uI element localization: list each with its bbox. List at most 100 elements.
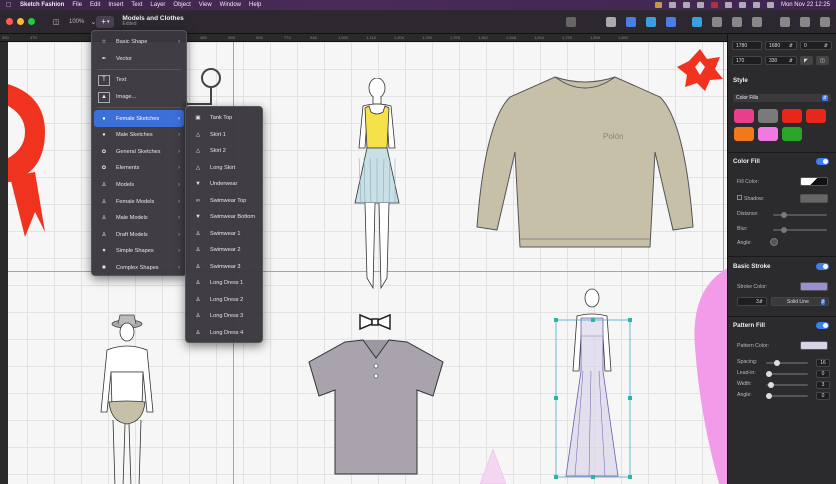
stepper-icon[interactable]: ⇵ <box>789 58 793 64</box>
red-ribbon-shape[interactable] <box>0 62 60 252</box>
menu-item-male-sketches[interactable]: ● Male Sketches › <box>94 127 184 144</box>
stepper-icon[interactable]: ⇵ <box>789 43 793 49</box>
spacing-value[interactable]: 16 <box>816 359 830 367</box>
color-fill-toggle[interactable] <box>816 158 829 165</box>
slider-knob[interactable] <box>774 360 780 366</box>
stroke-color-well[interactable] <box>800 282 828 291</box>
triangle-shape[interactable] <box>478 447 508 484</box>
submenu-item-swimwear-top[interactable]: ∞ Swimwear Top <box>188 193 260 210</box>
angle-dial-icon[interactable] <box>770 238 778 246</box>
female-model-long-dress-sketch[interactable] <box>553 286 633 481</box>
frame-icon[interactable] <box>692 16 702 27</box>
minimize-window-button[interactable] <box>17 18 24 25</box>
color-fills-dropdown[interactable]: Color Fills ⇵ <box>733 94 831 102</box>
blur-slider[interactable] <box>773 227 827 233</box>
status-app-icon[interactable] <box>696 2 704 8</box>
submenu-item-swimwear-3[interactable]: ♙ Swimwear 3 <box>188 259 260 276</box>
zoom-window-button[interactable] <box>28 18 35 25</box>
fill-color-well[interactable] <box>800 177 828 186</box>
menu-item-female-sketches[interactable]: ● Female Sketches › <box>94 110 184 127</box>
menu-item-male-models[interactable]: ♙ Male Models › <box>94 210 184 227</box>
inspector-icon[interactable] <box>780 16 790 27</box>
menubar-text[interactable]: Text <box>131 2 142 8</box>
zoom-level[interactable]: 100% <box>69 19 84 25</box>
menubar-file[interactable]: File <box>72 2 82 8</box>
submenu-item-swimwear-1[interactable]: ♙ Swimwear 1 <box>188 226 260 243</box>
menubar-edit[interactable]: Edit <box>90 2 100 8</box>
pattern-angle-slider[interactable] <box>766 393 808 399</box>
pattern-angle-value[interactable]: 0 <box>816 392 830 400</box>
status-app-icon[interactable] <box>654 2 662 8</box>
female-model-tank-top-sketch[interactable] <box>345 78 410 293</box>
submenu-item-tank-top[interactable]: ▣ Tank Top <box>188 110 260 127</box>
flag-icon[interactable] <box>710 2 718 8</box>
menu-item-models[interactable]: ♙ Models › <box>94 177 184 194</box>
search-icon[interactable] <box>752 2 760 8</box>
menubar-insert[interactable]: Insert <box>108 2 123 8</box>
battery-icon[interactable] <box>724 2 732 8</box>
bow-tie-shape[interactable] <box>357 312 393 332</box>
menubar-layer[interactable]: Layer <box>150 2 165 8</box>
stepper-icon[interactable]: ⇵ <box>759 299 763 305</box>
vertical-ruler[interactable] <box>0 42 8 484</box>
lock-icon[interactable] <box>752 16 762 27</box>
color-swatch[interactable] <box>806 109 826 123</box>
group-icon[interactable] <box>606 16 616 27</box>
stroke-style-dropdown[interactable]: Solid Line ⇵ <box>771 297 829 306</box>
slider-knob[interactable] <box>781 212 787 218</box>
share-icon[interactable] <box>820 16 830 27</box>
menu-item-general-sketches[interactable]: ✿ General Sketches › <box>94 144 184 161</box>
spacing-slider[interactable] <box>766 360 808 366</box>
male-model-hat-sketch[interactable] <box>95 312 160 484</box>
menubar-window[interactable]: Window <box>220 2 241 8</box>
leadin-value[interactable]: 0 <box>816 370 830 378</box>
x-position-field[interactable]: 1780 <box>732 41 762 50</box>
arrange-icon[interactable] <box>666 16 676 27</box>
stepper-icon[interactable]: ⇵ <box>824 43 828 49</box>
menubar-object[interactable]: Object <box>173 2 190 8</box>
color-swatch[interactable] <box>734 109 754 123</box>
crop-icon[interactable] <box>712 16 722 27</box>
menu-item-vector[interactable]: ✒ Vector <box>94 51 184 68</box>
align-icon[interactable] <box>566 16 576 27</box>
menu-item-simple-shapes[interactable]: ♥ Simple Shapes › <box>94 243 184 260</box>
menu-item-image[interactable]: ▲ Image... <box>94 89 184 106</box>
lock-ratio-icon[interactable]: ◤ <box>800 56 813 65</box>
color-swatch[interactable] <box>758 127 778 141</box>
library-icon[interactable] <box>800 16 810 27</box>
color-swatch[interactable] <box>758 109 778 123</box>
basic-stroke-toggle[interactable] <box>816 263 829 270</box>
distance-slider[interactable] <box>773 212 827 218</box>
combine-icon[interactable] <box>646 16 656 27</box>
slider-knob[interactable] <box>766 393 772 399</box>
submenu-item-underwear[interactable]: ▼ Underwear <box>188 176 260 193</box>
menu-item-text[interactable]: T Text <box>94 72 184 89</box>
wifi-icon[interactable] <box>738 2 746 8</box>
status-app-icon[interactable] <box>682 2 690 8</box>
stroke-width-field[interactable]: 3 ⇵ <box>737 297 767 306</box>
flip-icon[interactable] <box>732 16 742 27</box>
leadin-slider[interactable] <box>766 371 808 377</box>
rotation-field[interactable]: 0 ⇵ <box>800 41 832 50</box>
submenu-item-swimwear-bottom[interactable]: ▼ Swimwear Bottom <box>188 209 260 226</box>
control-center-icon[interactable] <box>766 2 774 8</box>
pink-blob-shape[interactable] <box>690 267 727 484</box>
submenu-item-swimwear-2[interactable]: ♙ Swimwear 2 <box>188 242 260 259</box>
submenu-item-long-dress-4[interactable]: ♙ Long Dress 4 <box>188 325 260 342</box>
pattern-fill-toggle[interactable] <box>816 322 829 329</box>
menu-item-complex-shapes[interactable]: ✸ Complex Shapes › <box>94 260 184 277</box>
menu-item-draft-models[interactable]: ♙ Draft Models › <box>94 227 184 244</box>
menubar-app-name[interactable]: Sketch Fashion <box>20 2 64 8</box>
insert-button[interactable]: + ▾ <box>96 15 115 28</box>
close-window-button[interactable] <box>6 18 13 25</box>
width-field[interactable]: 170 <box>732 56 762 65</box>
submenu-item-long-skirt[interactable]: △ Long Skirt <box>188 160 260 177</box>
sidebar-toggle-icon[interactable]: ◫ <box>49 16 63 28</box>
duplicate-icon[interactable] <box>626 16 636 27</box>
status-app-icon[interactable] <box>668 2 676 8</box>
pattern-color-well[interactable] <box>800 341 828 350</box>
color-swatch[interactable] <box>782 127 802 141</box>
submenu-item-long-dress-1[interactable]: ♙ Long Dress 1 <box>188 275 260 292</box>
menubar-help[interactable]: Help <box>249 2 261 8</box>
submenu-item-long-dress-3[interactable]: ♙ Long Dress 3 <box>188 308 260 325</box>
